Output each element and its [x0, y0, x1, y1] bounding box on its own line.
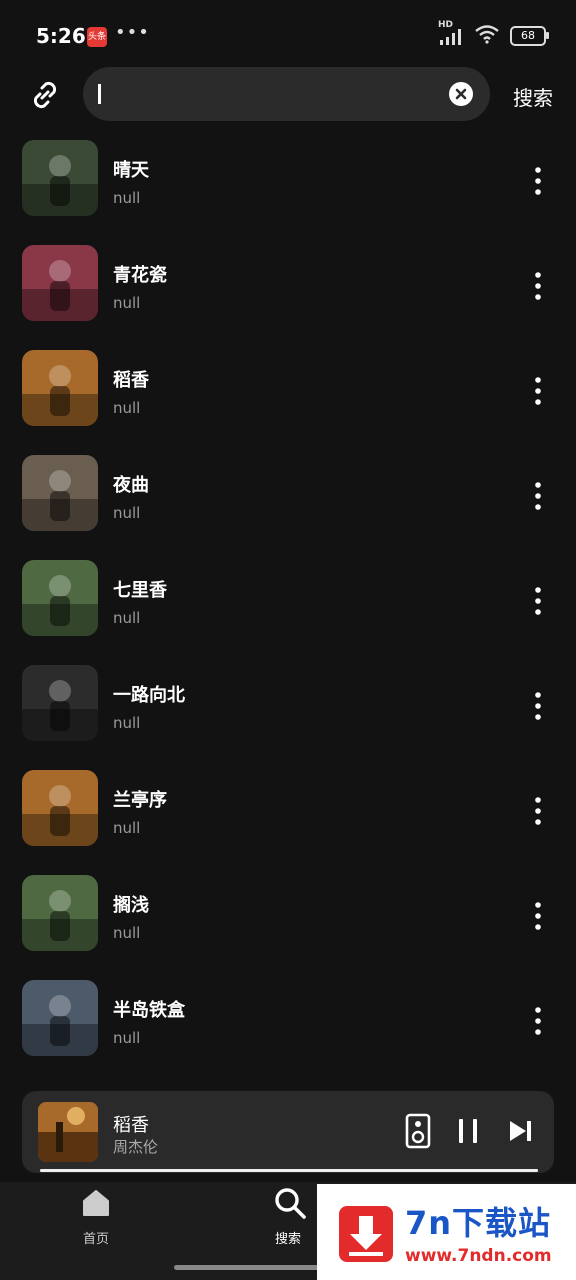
more-options-icon[interactable]	[526, 271, 550, 301]
wifi-icon	[474, 24, 500, 48]
more-options-icon[interactable]	[526, 691, 550, 721]
status-bar: 5:26 头条 ••• HD 68	[0, 0, 576, 70]
pause-icon[interactable]	[452, 1113, 486, 1149]
more-options-icon[interactable]	[526, 796, 550, 826]
song-artist: null	[113, 399, 141, 417]
song-list-item[interactable]: 搁浅 null	[0, 875, 576, 955]
song-list-item[interactable]: 青花瓷 null	[0, 245, 576, 325]
nav-home-label: 首页	[82, 1232, 109, 1247]
song-artist: null	[113, 189, 141, 207]
album-cover[interactable]	[22, 770, 98, 846]
song-title: 青花瓷	[113, 265, 167, 286]
search-bar: 搜索	[0, 67, 576, 123]
watermark-url: www.7ndn.com	[405, 1246, 552, 1266]
song-title: 一路向北	[113, 685, 185, 706]
more-options-icon[interactable]	[526, 481, 550, 511]
playback-progress-fill	[40, 1169, 538, 1172]
album-cover[interactable]	[22, 140, 98, 216]
speaker-icon[interactable]	[402, 1113, 436, 1149]
song-list-item[interactable]: 七里香 null	[0, 560, 576, 640]
link-icon[interactable]	[25, 75, 65, 115]
album-cover[interactable]	[22, 245, 98, 321]
home-icon	[81, 1184, 111, 1216]
song-artist: null	[113, 504, 141, 522]
more-options-icon[interactable]	[526, 1006, 550, 1036]
mini-player[interactable]: 稻香 周杰伦	[22, 1091, 554, 1173]
album-cover[interactable]	[22, 560, 98, 636]
watermark-title: 7n下载站	[405, 1204, 552, 1242]
watermark-logo: 7n下载站 www.7ndn.com	[317, 1184, 576, 1280]
song-title: 兰亭序	[113, 790, 167, 811]
clear-search-icon[interactable]	[449, 82, 473, 106]
download-arrow-icon	[339, 1206, 393, 1262]
nav-home[interactable]: 首页	[46, 1182, 146, 1252]
song-list-item[interactable]: 一路向北 null	[0, 665, 576, 745]
status-time: 5:26	[36, 24, 86, 48]
song-list-item[interactable]: 晴天 null	[0, 140, 576, 220]
player-song-title: 稻香	[113, 1115, 149, 1136]
album-cover[interactable]	[22, 875, 98, 951]
toutiao-app-icon: 头条	[87, 27, 107, 47]
cellular-signal-icon: HD	[438, 20, 464, 46]
song-title: 夜曲	[113, 475, 149, 496]
search-input[interactable]	[83, 67, 490, 121]
search-icon	[273, 1184, 306, 1219]
more-options-icon[interactable]	[526, 586, 550, 616]
more-notifications-icon: •••	[115, 22, 150, 43]
song-artist: null	[113, 1029, 141, 1047]
status-indicators: HD 68	[438, 20, 549, 48]
more-options-icon[interactable]	[526, 901, 550, 931]
album-cover[interactable]	[22, 980, 98, 1056]
song-title: 搁浅	[113, 895, 149, 916]
battery-icon: 68	[510, 26, 549, 46]
album-cover[interactable]	[22, 665, 98, 741]
skip-next-icon[interactable]	[504, 1113, 538, 1149]
text-cursor	[98, 84, 101, 104]
player-album-cover[interactable]	[38, 1102, 98, 1162]
player-artist: 周杰伦	[113, 1138, 159, 1156]
song-artist: null	[113, 924, 141, 942]
song-artist: null	[113, 294, 141, 312]
more-options-icon[interactable]	[526, 376, 550, 406]
song-list-item[interactable]: 夜曲 null	[0, 455, 576, 535]
playback-progress-bar[interactable]	[40, 1169, 538, 1172]
song-artist: null	[113, 609, 141, 627]
album-cover[interactable]	[22, 350, 98, 426]
song-list-item[interactable]: 稻香 null	[0, 350, 576, 430]
song-title: 晴天	[113, 160, 149, 181]
song-artist: null	[113, 714, 141, 732]
album-cover[interactable]	[22, 455, 98, 531]
song-title: 稻香	[113, 370, 149, 391]
song-title: 半岛铁盒	[113, 1000, 185, 1021]
song-artist: null	[113, 819, 141, 837]
song-list-item[interactable]: 兰亭序 null	[0, 770, 576, 850]
search-button[interactable]: 搜索	[513, 82, 553, 111]
song-title: 七里香	[113, 580, 167, 601]
more-options-icon[interactable]	[526, 166, 550, 196]
song-list-item[interactable]: 半岛铁盒 null	[0, 980, 576, 1060]
